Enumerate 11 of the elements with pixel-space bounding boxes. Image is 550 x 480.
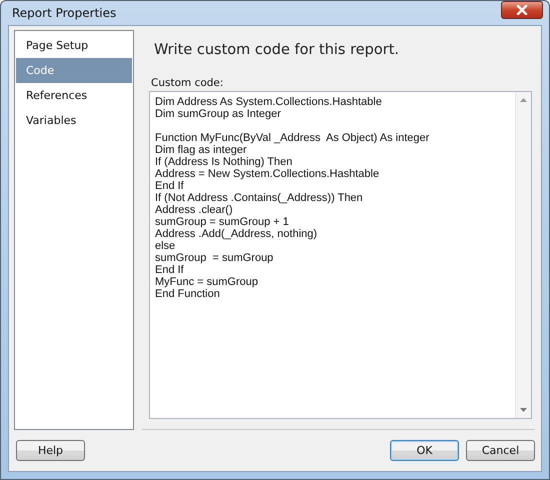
cancel-button[interactable]: Cancel <box>466 440 535 461</box>
field-label: Custom code: <box>151 77 224 89</box>
page-heading: Write custom code for this report. <box>154 42 400 58</box>
sidebar-item[interactable]: References <box>16 83 132 108</box>
window-title: Report Properties <box>11 6 116 20</box>
sidebar-item[interactable]: Page Setup <box>16 33 132 58</box>
help-button[interactable]: Help <box>16 440 85 461</box>
ok-button[interactable]: OK <box>390 440 459 461</box>
sidebar-item[interactable]: Variables <box>16 108 132 133</box>
close-icon <box>516 5 528 15</box>
close-button[interactable] <box>501 1 543 19</box>
